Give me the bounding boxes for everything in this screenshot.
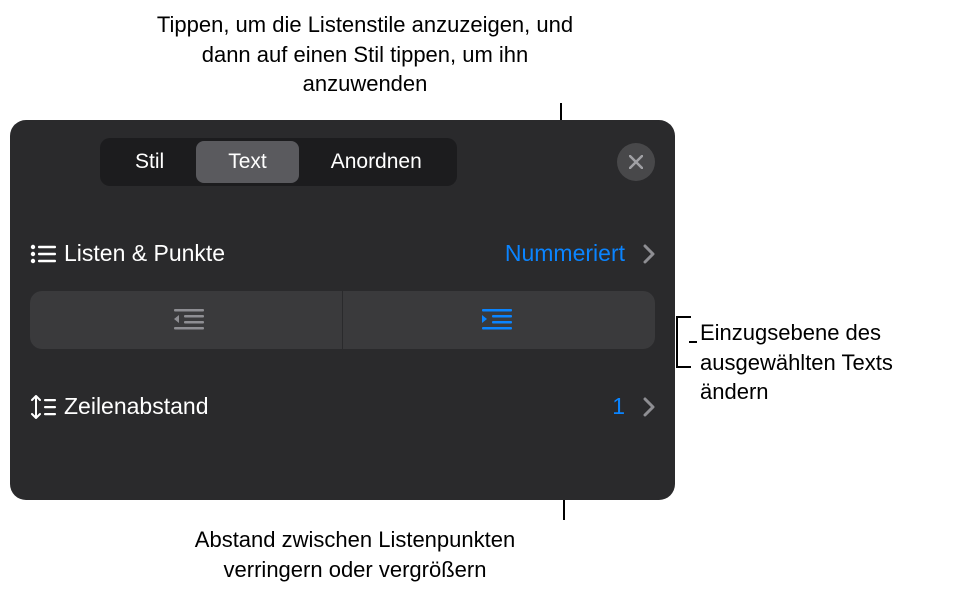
indent-button-group <box>30 291 655 349</box>
outdent-icon <box>166 307 206 333</box>
lists-bullets-value: Nummeriert <box>505 240 625 267</box>
indent-icon <box>479 307 519 333</box>
chevron-right-icon <box>643 397 655 417</box>
tab-stil[interactable]: Stil <box>103 141 196 183</box>
line-spacing-icon <box>30 395 64 419</box>
outdent-button[interactable] <box>30 291 343 349</box>
bullet-list-icon <box>30 244 64 264</box>
callout-line <box>676 316 678 368</box>
format-panel: Stil Text Anordnen Listen & Punkte <box>10 120 675 500</box>
close-button[interactable] <box>617 143 655 181</box>
line-spacing-label: Zeilenabstand <box>64 393 612 420</box>
callout-line <box>676 316 691 318</box>
tab-anordnen[interactable]: Anordnen <box>299 141 454 183</box>
panel-header: Stil Text Anordnen <box>30 138 655 186</box>
close-icon <box>629 155 643 169</box>
chevron-right-icon <box>643 244 655 264</box>
line-spacing-row[interactable]: Zeilenabstand 1 <box>30 379 655 434</box>
lists-bullets-row[interactable]: Listen & Punkte Nummeriert <box>30 226 655 281</box>
callout-line <box>676 366 691 368</box>
segmented-tabs: Stil Text Anordnen <box>100 138 457 186</box>
indent-button[interactable] <box>343 291 655 349</box>
callout-line <box>689 341 697 343</box>
callout-list-styles: Tippen, um die Listenstile anzuzeigen, u… <box>150 10 580 99</box>
callout-spacing: Abstand zwischen Listenpunkten verringer… <box>145 525 565 584</box>
tab-text[interactable]: Text <box>196 141 299 183</box>
lists-bullets-label: Listen & Punkte <box>64 240 505 267</box>
line-spacing-value: 1 <box>612 393 625 420</box>
callout-indent: Einzugsebene des ausgewählten Texts ände… <box>700 318 950 407</box>
